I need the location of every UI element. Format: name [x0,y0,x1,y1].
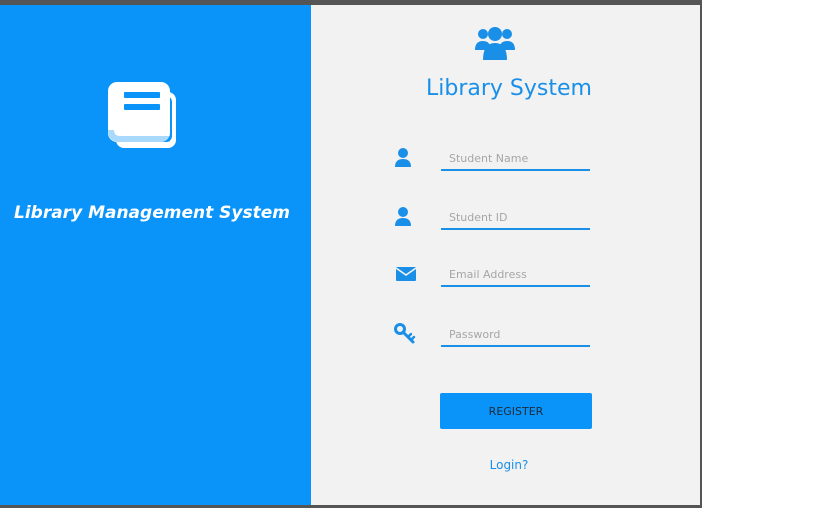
password-field[interactable] [441,323,590,347]
envelope-icon [395,267,417,281]
user-icon [395,207,411,226]
users-icon [475,27,515,60]
book-icon [108,82,176,148]
app-window: Library Management System Library System [0,0,702,508]
student-id-field[interactable] [441,206,590,230]
student-name-field[interactable] [441,147,590,171]
login-link[interactable]: Login? [311,458,707,472]
user-icon [395,148,411,167]
brand-panel: Library Management System [0,5,311,505]
email-address-field[interactable] [441,263,590,287]
register-button[interactable]: REGISTER [440,393,592,429]
form-title: Library System [426,76,592,101]
app-title: Library Management System [14,203,290,223]
key-icon [394,323,416,344]
register-form-panel: Library System REGISTER Login? [311,5,700,505]
